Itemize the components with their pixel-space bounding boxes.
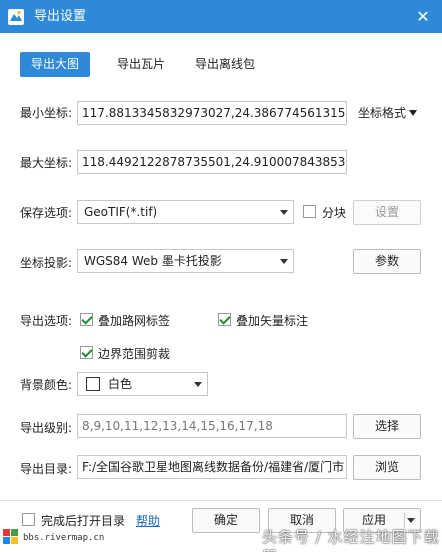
params-button[interactable]: 参数 [353, 249, 421, 274]
app-logo-icon [8, 9, 24, 25]
chevron-down-icon [280, 210, 288, 215]
split-checkbox[interactable] [303, 205, 316, 218]
projection-label: 坐标投影: [20, 256, 73, 270]
site-logo-icon [3, 529, 18, 544]
tab-export-offline-package[interactable]: 导出离线包 [188, 52, 262, 77]
export-level-label: 导出级别: [20, 421, 73, 435]
export-options-label: 导出选项: [20, 314, 73, 328]
tab-export-image[interactable]: 导出大图 [20, 52, 90, 77]
background-color-label: 背景颜色: [20, 378, 73, 392]
ok-button[interactable]: 确定 [192, 508, 260, 533]
split-divider [404, 513, 405, 528]
background-color-value: 白色 [108, 377, 133, 391]
save-format-select[interactable]: GeoTIF(*.tif) [77, 200, 294, 224]
background-color-select[interactable]: 白色 [77, 372, 208, 396]
footer-divider [0, 500, 442, 501]
export-level-input[interactable]: 8,9,10,11,12,13,14,15,16,17,18 [77, 414, 347, 438]
max-coord-label: 最大坐标: [20, 156, 73, 170]
coord-format-dropdown[interactable]: 坐标格式 [358, 105, 418, 121]
site-watermark: bbs.rivermap.cn [23, 533, 105, 543]
overlay-watermark: 头条号 / 水经注地图下载器 [262, 528, 440, 552]
projection-value: WGS84 Web 墨卡托投影 [84, 254, 222, 268]
browse-button[interactable]: 浏览 [353, 455, 421, 480]
min-coord-label: 最小坐标: [20, 106, 73, 120]
export-dir-label: 导出目录: [20, 462, 73, 476]
save-format-value: GeoTIF(*.tif) [84, 205, 158, 219]
export-dir-input[interactable]: F:/全国谷歌卫星地图离线数据备份/福建省/厦门市 [77, 455, 347, 479]
max-coord-input[interactable]: 118.4492122878735501,24.9100078438538830 [77, 150, 347, 174]
color-swatch [86, 377, 100, 391]
help-link[interactable]: 帮助 [136, 513, 160, 529]
close-button[interactable]: ✕ [412, 6, 434, 28]
chevron-down-icon[interactable] [407, 518, 415, 523]
overlay-vector-annotations-label: 叠加矢量标注 [236, 314, 309, 328]
open-after-complete-checkbox[interactable] [22, 513, 35, 526]
chevron-down-icon [194, 382, 202, 387]
projection-select[interactable]: WGS84 Web 墨卡托投影 [77, 249, 294, 273]
title-bar: 导出设置 ✕ [0, 0, 442, 33]
save-option-label: 保存选项: [20, 206, 73, 220]
coord-format-label: 坐标格式 [358, 106, 407, 120]
tab-export-tiles[interactable]: 导出瓦片 [106, 52, 176, 77]
split-label: 分块 [322, 206, 347, 220]
select-levels-button[interactable]: 选择 [353, 414, 421, 439]
min-coord-input[interactable]: 117.8813345832973027,24.3867745613153595 [77, 101, 347, 125]
overlay-road-labels-checkbox[interactable] [80, 313, 93, 326]
open-after-complete-label: 完成后打开目录 [41, 514, 126, 528]
clip-boundary-label: 边界范围剪裁 [98, 347, 171, 361]
window-title: 导出设置 [34, 9, 87, 24]
chevron-down-icon [280, 259, 288, 264]
overlay-vector-annotations-checkbox[interactable] [218, 313, 231, 326]
overlay-road-labels-label: 叠加路网标签 [98, 314, 171, 328]
clip-boundary-checkbox[interactable] [80, 346, 93, 359]
caret-down-icon [409, 110, 418, 116]
settings-button[interactable]: 设置 [353, 200, 421, 225]
